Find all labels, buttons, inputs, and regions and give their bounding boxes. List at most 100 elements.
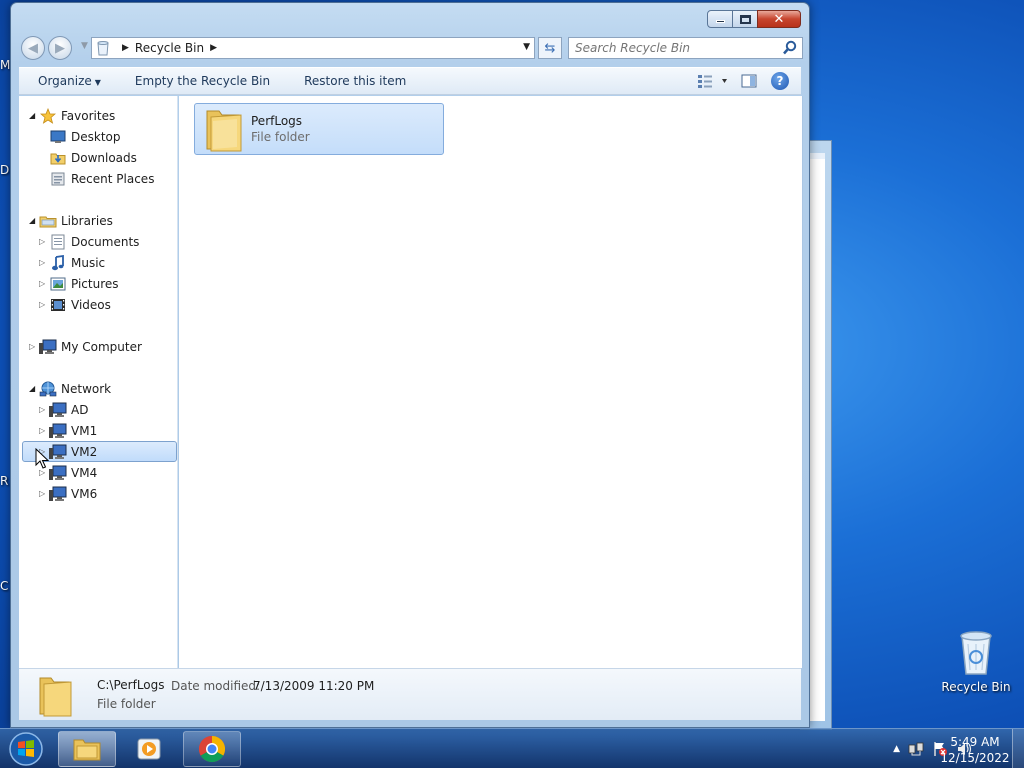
desktop-icon (49, 129, 67, 145)
collapsed-arrow-icon[interactable]: ▷ (39, 300, 49, 309)
organize-button[interactable]: Organize ▼ (19, 74, 116, 88)
organize-label: Organize (38, 74, 92, 88)
tree-item-music[interactable]: ▷ Music (39, 252, 105, 273)
minimize-icon (715, 20, 725, 23)
collapsed-arrow-icon[interactable]: ▷ (39, 489, 49, 498)
tree-label: Recent Places (71, 171, 155, 186)
breadcrumb-separator-icon[interactable]: ▶ (210, 43, 217, 53)
expanded-arrow-icon[interactable]: ◢ (29, 384, 39, 393)
breadcrumb-separator-icon[interactable]: ▶ (122, 43, 129, 53)
chrome-icon (198, 735, 226, 763)
preview-pane-icon[interactable] (741, 74, 757, 88)
tree-item-documents[interactable]: ▷ Documents (39, 231, 139, 252)
refresh-button[interactable]: ⇆ (538, 37, 562, 59)
expanded-arrow-icon[interactable]: ◢ (29, 111, 39, 120)
details-pane: C:\PerfLogs Date modified: 7/13/2009 11:… (19, 668, 801, 720)
recent-pages-dropdown[interactable]: ▼ (81, 41, 88, 51)
caption-buttons: ✕ (707, 10, 801, 28)
show-hidden-icons-arrow-icon[interactable]: ▲ (893, 744, 900, 754)
content-pane[interactable]: PerfLogs File folder (179, 96, 803, 668)
command-bar: Organize ▼ Empty the Recycle Bin Restore … (19, 67, 801, 95)
help-icon[interactable]: ? (771, 72, 789, 90)
taskbar: ▲ 5:49 AM 12/15/2022 (0, 728, 1024, 768)
clock-time: 5:49 AM (950, 735, 1000, 749)
address-dropdown-icon[interactable]: ▼ (523, 42, 530, 52)
collapsed-arrow-icon[interactable]: ▷ (39, 237, 49, 246)
tree-label: VM6 (71, 486, 98, 501)
music-icon (49, 254, 67, 271)
tree-item-recent-places[interactable]: Recent Places (39, 168, 154, 189)
search-box[interactable] (568, 37, 803, 59)
navigation-pane[interactable]: ◢ Favorites Desktop Downloads Recent Pla… (19, 96, 178, 668)
clock-date: 12/15/2022 (940, 751, 1010, 765)
collapsed-arrow-icon[interactable]: ▷ (39, 279, 49, 288)
taskbar-media-player-button[interactable] (120, 731, 178, 767)
system-clock[interactable]: 5:49 AM 12/15/2022 (940, 734, 1010, 766)
file-item-perflogs[interactable]: PerfLogs File folder (194, 103, 444, 155)
tree-item-network-vm6[interactable]: ▷ VM6 (39, 483, 97, 504)
tree-item-network-ad[interactable]: ▷ AD (39, 399, 88, 420)
tree-label: Favorites (61, 108, 116, 123)
close-button[interactable]: ✕ (757, 10, 801, 28)
start-button[interactable] (6, 730, 46, 768)
address-bar[interactable]: ▶ Recycle Bin ▶ ▼ (91, 37, 535, 59)
tree-item-favorites[interactable]: ◢ Favorites (29, 105, 115, 126)
tree-label: Music (71, 255, 106, 270)
computer-icon (49, 465, 67, 481)
explorer-window[interactable]: ✕ ◀ ▶ ▼ ▶ Recycle Bin ▶ ▼ ⇆ Organize▼ (10, 2, 810, 728)
maximize-icon (739, 14, 751, 24)
tree-item-desktop[interactable]: Desktop (39, 126, 121, 147)
back-button[interactable]: ◀ (21, 36, 45, 60)
search-input[interactable] (569, 38, 779, 58)
tree-label: Network (61, 381, 112, 396)
file-type: File folder (251, 130, 310, 144)
collapsed-arrow-icon[interactable]: ▷ (39, 405, 49, 414)
documents-icon (49, 234, 67, 250)
collapsed-arrow-icon[interactable]: ▷ (39, 258, 49, 267)
desktop-icon-label: C (0, 579, 9, 593)
collapsed-arrow-icon[interactable]: ▷ (29, 342, 39, 351)
media-player-icon (137, 738, 161, 760)
tree-item-downloads[interactable]: Downloads (39, 147, 137, 168)
tree-label: Pictures (71, 276, 119, 291)
chevron-down-icon: ▼ (94, 78, 101, 87)
breadcrumb[interactable]: Recycle Bin (135, 41, 204, 55)
tree-label: VM4 (71, 465, 98, 480)
search-icon[interactable] (782, 40, 798, 56)
desktop-icon-label: R (0, 474, 9, 488)
maximize-button[interactable] (732, 10, 758, 28)
tree-item-my-computer[interactable]: ▷ My Computer (29, 336, 142, 357)
tree-item-network-vm1[interactable]: ▷ VM1 (39, 420, 97, 441)
show-desktop-button[interactable] (1012, 729, 1024, 768)
tree-item-libraries[interactable]: ◢ Libraries (29, 210, 113, 231)
network-tray-icon[interactable] (908, 741, 924, 757)
windows-logo-icon (9, 732, 43, 766)
recycle-bin-icon (97, 41, 109, 56)
expanded-arrow-icon[interactable]: ◢ (29, 216, 39, 225)
taskbar-explorer-button[interactable] (58, 731, 116, 767)
tree-item-network[interactable]: ◢ Network (29, 378, 111, 399)
forward-button[interactable]: ▶ (48, 36, 72, 60)
computer-icon (49, 423, 67, 439)
arrow-right-icon: ▶ (55, 40, 65, 56)
tree-label: Libraries (61, 213, 113, 228)
libraries-icon (39, 213, 57, 229)
collapsed-arrow-icon[interactable]: ▷ (39, 426, 49, 435)
empty-recycle-bin-button[interactable]: Empty the Recycle Bin (116, 74, 285, 88)
tree-item-pictures[interactable]: ▷ Pictures (39, 273, 119, 294)
desktop-recycle-bin[interactable]: Recycle Bin (940, 628, 1012, 694)
taskbar-chrome-button[interactable] (183, 731, 241, 767)
tree-label: Documents (71, 234, 140, 249)
view-controls: ? (683, 72, 789, 90)
tree-item-videos[interactable]: ▷ Videos (39, 294, 111, 315)
restore-item-button[interactable]: Restore this item (285, 74, 421, 88)
navigation-bar: ◀ ▶ ▼ ▶ Recycle Bin ▶ ▼ ⇆ (19, 35, 803, 63)
change-view-icon[interactable] (697, 74, 727, 88)
recent-places-icon (49, 171, 67, 187)
network-icon (39, 381, 57, 397)
pictures-icon (49, 276, 67, 292)
tree-label: Downloads (71, 150, 137, 165)
computer-icon (49, 402, 67, 418)
star-icon (39, 107, 57, 124)
minimize-button[interactable] (707, 10, 733, 28)
